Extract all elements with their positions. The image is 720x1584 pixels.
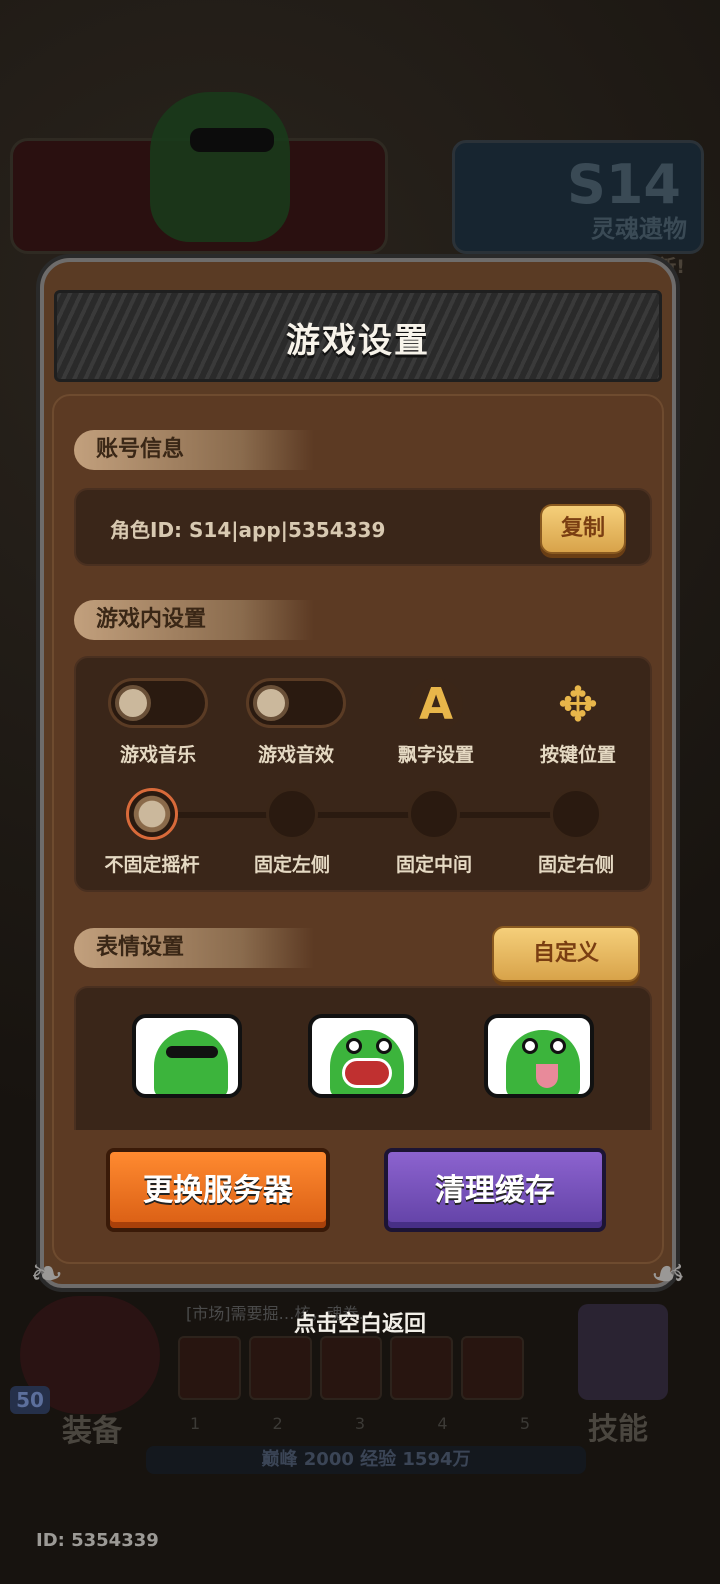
background-frog-mascot xyxy=(150,92,290,242)
joystick-option-center[interactable]: 固定中间 xyxy=(364,788,504,877)
joystick-label: 固定左侧 xyxy=(253,854,330,876)
account-section-label: 账号信息 xyxy=(74,430,314,470)
joystick-option-right[interactable]: 固定右侧 xyxy=(506,788,646,877)
copy-button[interactable]: 复制 xyxy=(540,504,626,554)
season-badge-subtitle: 灵魂遗物 xyxy=(591,215,687,243)
skill-slot xyxy=(319,1336,383,1400)
shouting-frog-emote[interactable] xyxy=(308,1014,418,1098)
slot-number: 5 xyxy=(519,1414,530,1433)
skill-slot xyxy=(390,1336,454,1400)
skill-slot xyxy=(178,1336,241,1400)
letter-a-icon[interactable]: A xyxy=(409,678,463,732)
frog-eye-icon xyxy=(346,1038,362,1054)
floating-text-label: 飘字设置 xyxy=(397,744,474,766)
corner-ornament-icon: ☙ xyxy=(650,1251,686,1297)
background-frog-sunglasses xyxy=(190,128,274,152)
skill-slot xyxy=(461,1336,524,1400)
toggle-knob xyxy=(115,685,151,721)
frog-eye-icon xyxy=(550,1038,566,1054)
tongue-icon xyxy=(536,1064,558,1088)
radio-selected[interactable] xyxy=(126,788,178,840)
skill-slots xyxy=(178,1336,524,1400)
ingame-panel: 游戏音乐 游戏音效 A 飘字设置 ✥ 按键位置 不固定摇杆 固定左侧 固定中间 … xyxy=(74,656,652,892)
sunglasses-frog-emote[interactable] xyxy=(132,1014,242,1098)
status-bar: 巅峰 2000 经验 1594万 xyxy=(146,1446,586,1474)
toggle-knob xyxy=(253,685,289,721)
dialog-body: 账号信息 角色ID: S14|app|5354339 复制 游戏内设置 游戏音乐… xyxy=(52,394,664,1264)
dialog-header: 游戏设置 xyxy=(54,290,662,382)
tongue-frog-emote[interactable] xyxy=(484,1014,594,1098)
sunglasses-icon xyxy=(166,1046,218,1058)
ingame-section-label: 游戏内设置 xyxy=(74,600,314,640)
skill-slot-numbers: 1 2 3 4 5 xyxy=(190,1414,530,1433)
radio-unselected[interactable] xyxy=(266,788,318,840)
key-position-label: 按键位置 xyxy=(539,744,616,766)
joystick-label: 固定右侧 xyxy=(537,854,614,876)
player-level-badge: 50 xyxy=(10,1386,50,1414)
open-mouth-icon xyxy=(342,1058,392,1088)
music-label: 游戏音乐 xyxy=(119,744,196,766)
joystick-option-left[interactable]: 固定左侧 xyxy=(222,788,362,877)
dialog-title: 游戏设置 xyxy=(286,321,430,361)
music-toggle[interactable] xyxy=(108,678,208,728)
skill-slot xyxy=(248,1336,312,1400)
slot-number: 4 xyxy=(437,1414,448,1433)
joystick-option-free[interactable]: 不固定摇杆 xyxy=(82,788,222,877)
settings-dialog: 游戏设置 账号信息 角色ID: S14|app|5354339 复制 游戏内设置… xyxy=(30,258,686,1294)
clear-cache-button[interactable]: 清理缓存 xyxy=(384,1148,606,1232)
frog-eye-icon xyxy=(376,1038,392,1054)
joystick-label: 固定中间 xyxy=(395,854,472,876)
frog-eye-icon xyxy=(522,1038,538,1054)
slot-number: 1 xyxy=(190,1414,201,1433)
character-id: 角色ID: S14|app|5354339 xyxy=(110,518,386,542)
sound-label: 游戏音效 xyxy=(257,744,334,766)
frog-body xyxy=(154,1030,228,1094)
joystick-label: 不固定摇杆 xyxy=(104,854,200,876)
emote-panel xyxy=(74,986,652,1130)
corner-ornament-icon: ❧ xyxy=(30,1251,64,1297)
radio-unselected[interactable] xyxy=(408,788,460,840)
season-badge-title: S14 xyxy=(566,153,681,216)
key-position-option[interactable]: ✥ 按键位置 xyxy=(518,678,638,766)
floating-text-option[interactable]: A 飘字设置 xyxy=(376,678,496,766)
player-id: ID: 5354339 xyxy=(36,1530,159,1551)
account-panel: 角色ID: S14|app|5354339 复制 xyxy=(74,488,652,566)
skill-label: 技能 xyxy=(588,1412,648,1447)
move-arrows-icon[interactable]: ✥ xyxy=(551,678,605,732)
custom-emote-button[interactable]: 自定义 xyxy=(492,926,640,982)
slot-number: 2 xyxy=(272,1414,283,1433)
slot-number: 3 xyxy=(354,1414,366,1433)
equipment-label: 装备 xyxy=(62,1414,122,1449)
ingame-options-row: 游戏音乐 游戏音效 A 飘字设置 ✥ 按键位置 xyxy=(76,678,650,788)
tap-to-close-hint[interactable]: 点击空白返回 xyxy=(0,1306,720,1338)
music-option[interactable]: 游戏音乐 xyxy=(98,678,218,766)
season-badge: S14 灵魂遗物 xyxy=(452,140,704,254)
sound-option[interactable]: 游戏音效 xyxy=(236,678,356,766)
switch-server-button[interactable]: 更换服务器 xyxy=(106,1148,330,1232)
sound-toggle[interactable] xyxy=(246,678,346,728)
radio-unselected[interactable] xyxy=(550,788,602,840)
emote-section-label: 表情设置 xyxy=(74,928,314,968)
